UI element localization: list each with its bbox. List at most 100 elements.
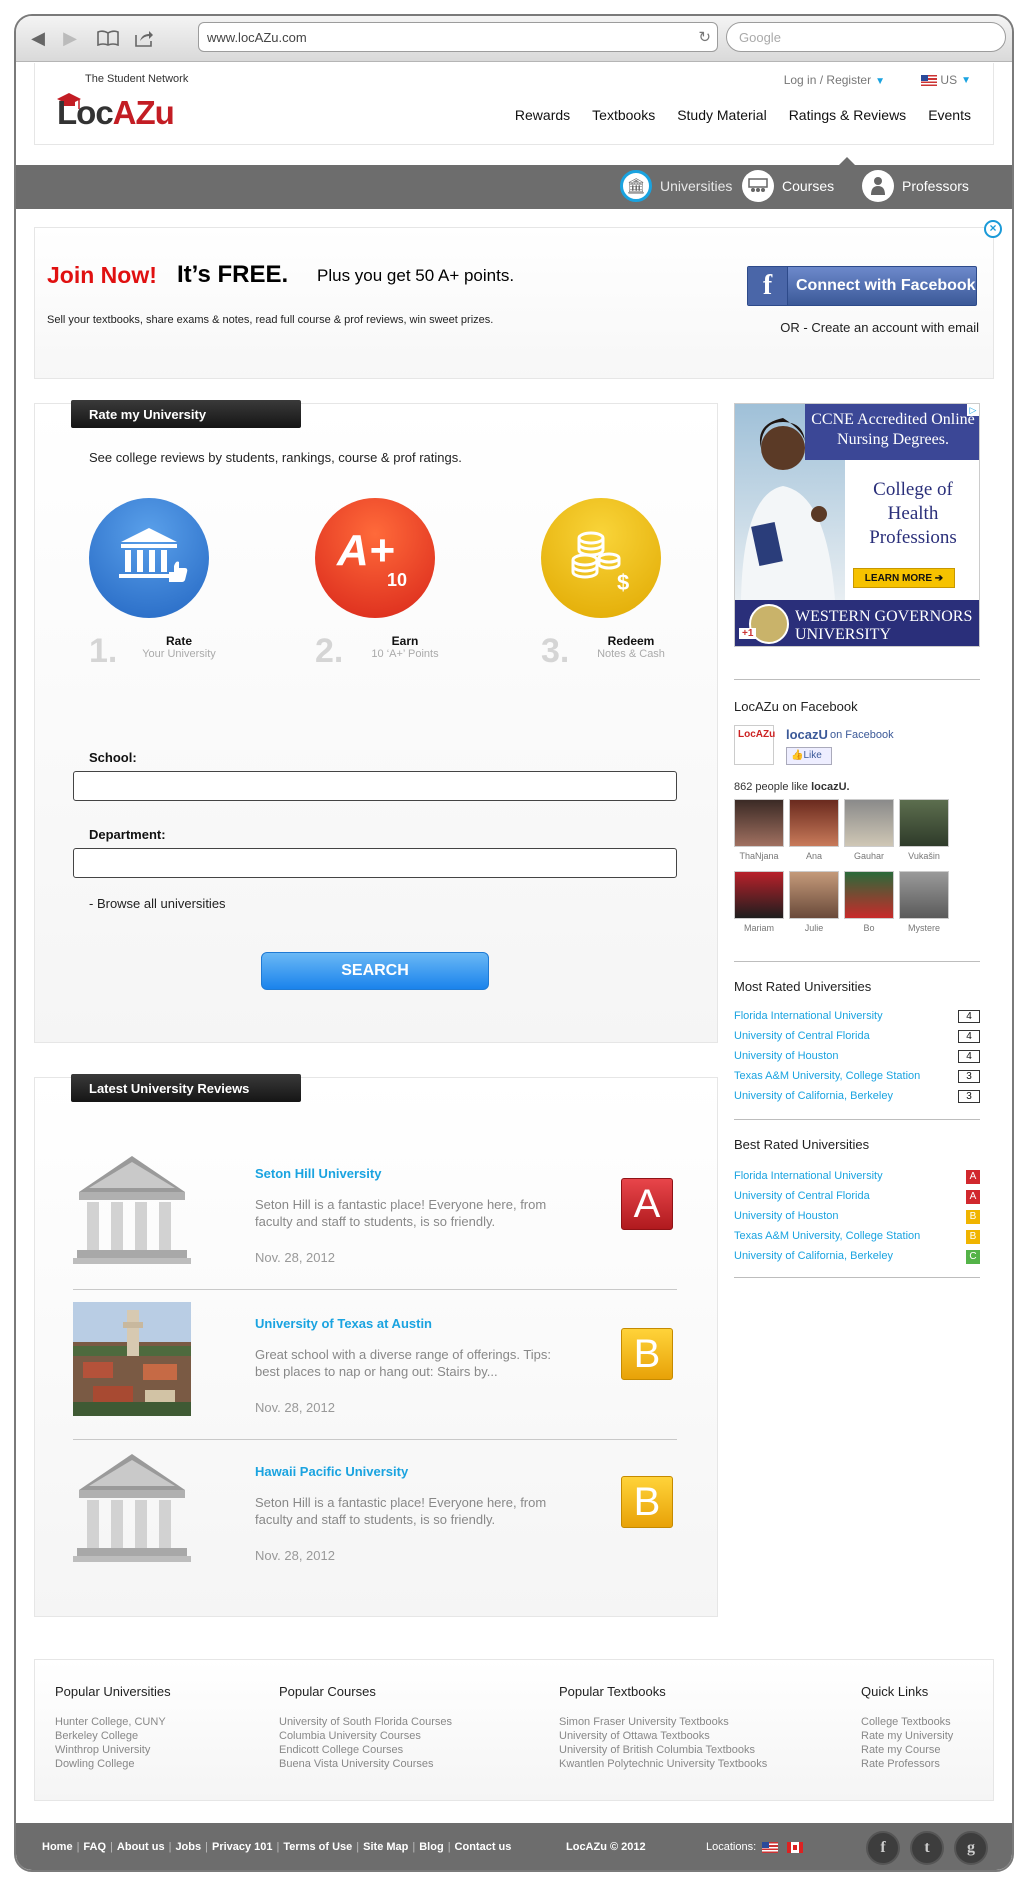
footer-link[interactable]: Hunter College, CUNY (55, 1715, 171, 1729)
login-register-link[interactable]: Log in / Register ▼ (784, 73, 885, 87)
reload-icon[interactable]: ↻ (698, 28, 711, 46)
footer-contact[interactable]: Contact us (455, 1841, 512, 1853)
active-nav-caret (838, 157, 856, 166)
review-date: Nov. 28, 2012 (255, 1548, 335, 1563)
google-plus-icon[interactable]: +1 (739, 628, 757, 639)
footer-link[interactable]: Dowling College (55, 1757, 171, 1771)
connect-facebook-button[interactable]: f Connect with Facebook (747, 266, 977, 306)
footer-link[interactable]: University of British Columbia Textbooks (559, 1743, 767, 1757)
fan-item[interactable]: Vukašin (899, 799, 949, 861)
canada-flag-icon[interactable] (787, 1841, 804, 1853)
url-bar[interactable]: www.locAZu.com ↻ (198, 22, 718, 52)
university-link[interactable]: University of Central Florida (734, 1030, 870, 1042)
search-button[interactable]: SEARCH (261, 952, 489, 990)
fan-item[interactable]: Gauhar (844, 799, 894, 861)
university-link[interactable]: University of Houston (734, 1210, 839, 1222)
department-input[interactable] (73, 848, 677, 878)
university-link[interactable]: Texas A&M University, College Station (734, 1070, 920, 1082)
browse-universities-link[interactable]: - Browse all universities (89, 896, 226, 911)
back-icon[interactable]: ◀ (26, 26, 50, 50)
footer-sitemap[interactable]: Site Map (363, 1841, 408, 1853)
dropdown-arrow-icon: ▼ (961, 74, 971, 86)
nav-study-material[interactable]: Study Material (677, 107, 766, 123)
separator: | (168, 1841, 172, 1853)
ad-choices-icon[interactable]: ▷ (967, 404, 979, 416)
nav-ratings-reviews[interactable]: Ratings & Reviews (789, 107, 907, 123)
footer-link[interactable]: Endicott College Courses (279, 1743, 452, 1757)
university-link[interactable]: University of Houston (734, 1050, 839, 1062)
forward-icon[interactable]: ▶ (58, 26, 82, 50)
like-button[interactable]: 👍Like (786, 747, 832, 765)
locale-selector[interactable]: US ▼ (921, 73, 971, 87)
university-link[interactable]: Florida International University (734, 1170, 883, 1182)
nav-events[interactable]: Events (928, 107, 971, 123)
fan-item[interactable]: ThaNjana (734, 799, 784, 861)
rating-count: 4 (958, 1030, 980, 1043)
grade-badge: B (966, 1210, 980, 1224)
share-icon[interactable] (132, 26, 156, 50)
footer-link[interactable]: Rate Professors (861, 1757, 953, 1771)
browser-search-input[interactable]: Google (726, 22, 1006, 52)
building-icon[interactable] (73, 1152, 191, 1266)
ad-banner[interactable]: CCNE Accredited Online Nursing Degrees. … (734, 403, 980, 647)
subnav-universities[interactable]: 🏛 Universities (620, 170, 732, 202)
fan-item[interactable]: Julie (789, 871, 839, 933)
footer-home[interactable]: Home (42, 1841, 73, 1853)
department-label: Department: (89, 827, 166, 842)
nav-rewards[interactable]: Rewards (515, 107, 570, 123)
review-university-link[interactable]: Seton Hill University (255, 1166, 381, 1181)
university-link[interactable]: University of California, Berkeley (734, 1090, 893, 1102)
footer-terms[interactable]: Terms of Use (283, 1841, 352, 1853)
footer-link[interactable]: Berkeley College (55, 1729, 171, 1743)
footer-link[interactable]: Winthrop University (55, 1743, 171, 1757)
footer-about[interactable]: About us (117, 1841, 165, 1853)
nav-textbooks[interactable]: Textbooks (592, 107, 655, 123)
campus-photo[interactable] (73, 1302, 191, 1416)
footer-link[interactable]: Buena Vista University Courses (279, 1757, 452, 1771)
university-link[interactable]: Florida International University (734, 1010, 883, 1022)
facebook-icon[interactable]: f (866, 1831, 900, 1865)
review-university-link[interactable]: University of Texas at Austin (255, 1316, 432, 1331)
twitter-icon[interactable]: t (910, 1831, 944, 1865)
page-avatar[interactable]: LocAZu (734, 725, 775, 765)
close-icon[interactable]: × (984, 220, 1002, 238)
footer-link[interactable]: Rate my Course (861, 1743, 953, 1757)
footer-faq[interactable]: FAQ (83, 1841, 106, 1853)
fan-avatar (899, 799, 949, 847)
bookmarks-icon[interactable] (96, 26, 120, 50)
footer-link[interactable]: Simon Fraser University Textbooks (559, 1715, 767, 1729)
fan-item[interactable]: Ana (789, 799, 839, 861)
building-icon[interactable] (73, 1450, 191, 1564)
facebook-heading: LocAZu on Facebook (734, 699, 858, 714)
footer-link[interactable]: College Textbooks (861, 1715, 953, 1729)
grade-badge: C (966, 1250, 980, 1264)
join-banner: Join Now! It’s FREE. Plus you get 50 A+ … (34, 227, 994, 379)
create-account-link[interactable]: OR - Create an account with email (780, 320, 979, 335)
footer-link[interactable]: Columbia University Courses (279, 1729, 452, 1743)
subnav-courses[interactable]: Courses (742, 170, 834, 202)
free-text: It’s FREE. (177, 261, 289, 288)
university-link[interactable]: Texas A&M University, College Station (734, 1230, 920, 1242)
fan-item[interactable]: Mystere (899, 871, 949, 933)
footer-link[interactable]: Rate my University (861, 1729, 953, 1743)
footer-link[interactable]: University of Ottawa Textbooks (559, 1729, 767, 1743)
fan-item[interactable]: Bo (844, 871, 894, 933)
fan-item[interactable]: Mariam (734, 871, 784, 933)
ad-learn-more-button[interactable]: LEARN MORE ➔ (853, 568, 955, 588)
footer-privacy[interactable]: Privacy 101 (212, 1841, 273, 1853)
university-link[interactable]: University of California, Berkeley (734, 1250, 893, 1262)
review-university-link[interactable]: Hawaii Pacific University (255, 1464, 408, 1479)
footer-link[interactable]: Kwantlen Polytechnic University Textbook… (559, 1757, 767, 1771)
footer-blog[interactable]: Blog (419, 1841, 443, 1853)
join-now-text: Join Now! (47, 262, 157, 288)
subnav-professors[interactable]: Professors (862, 170, 969, 202)
us-flag-icon[interactable] (762, 1841, 779, 1853)
footer-link[interactable]: University of South Florida Courses (279, 1715, 452, 1729)
google-icon[interactable]: g (954, 1831, 988, 1865)
review-item: Seton Hill University Seton Hill is a fa… (73, 1140, 677, 1290)
university-link[interactable]: University of Central Florida (734, 1190, 870, 1202)
footer-jobs[interactable]: Jobs (175, 1841, 201, 1853)
subnav-universities-label: Universities (660, 178, 733, 194)
school-input[interactable] (73, 771, 677, 801)
facebook-page-link[interactable]: locazU (786, 727, 828, 742)
